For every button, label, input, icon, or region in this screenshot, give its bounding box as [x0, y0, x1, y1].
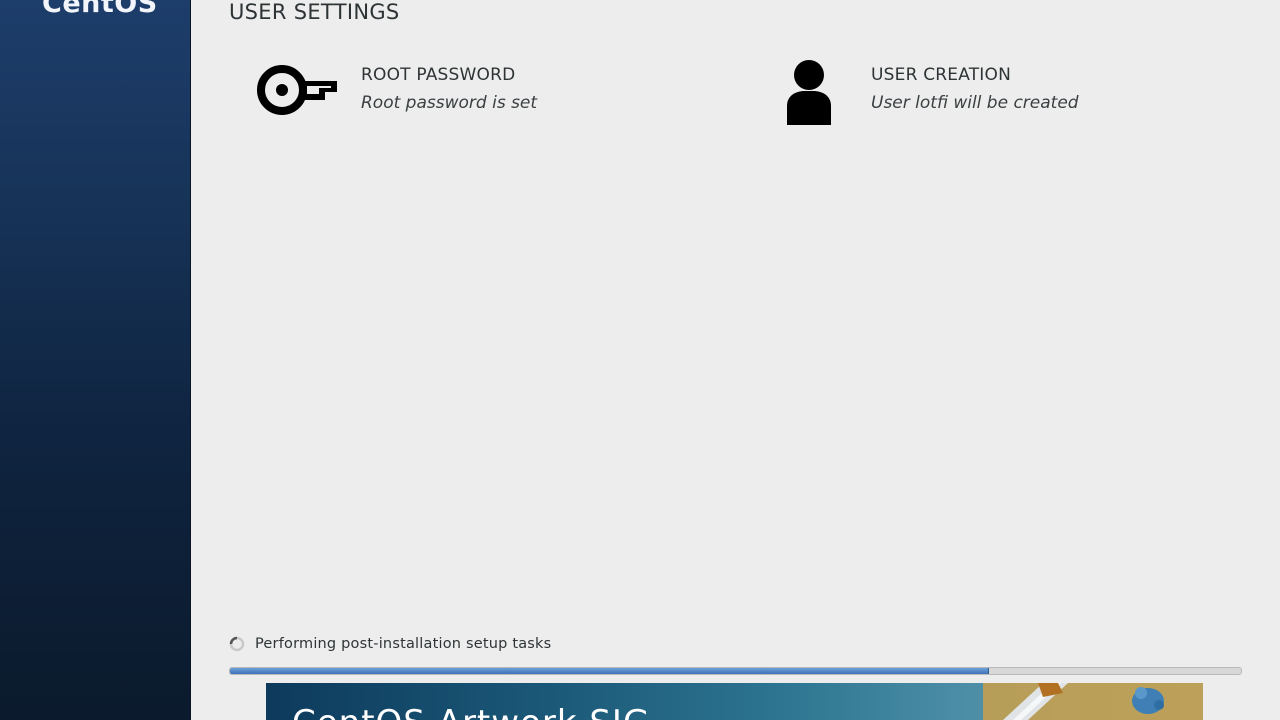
user-creation-title: USER CREATION: [871, 65, 1012, 85]
root-password-title: ROOT PASSWORD: [361, 65, 516, 85]
paintbrush-icon: [983, 683, 1203, 720]
key-icon: [257, 64, 339, 120]
progress-bar-fill: [230, 668, 990, 674]
centos-logo: CentOS: [42, 0, 158, 19]
progress-status: Performing post-installation setup tasks: [229, 636, 551, 652]
artwork-banner: CentOS Artwork SIG: [266, 683, 1203, 720]
user-creation-status: User lotfi will be created: [871, 93, 1079, 113]
section-title: USER SETTINGS: [229, 0, 400, 24]
user-creation-spoke[interactable]: USER CREATION User lotfi will be created: [781, 58, 1221, 130]
progress-bar: [229, 667, 1242, 675]
sidebar: CentOS: [0, 0, 191, 720]
user-icon: [783, 58, 835, 132]
root-password-spoke[interactable]: ROOT PASSWORD Root password is set: [257, 60, 697, 130]
main-content: USER SETTINGS ROOT PASSWORD Root passwor…: [191, 0, 1280, 720]
spinner-icon: [229, 636, 245, 652]
progress-text: Performing post-installation setup tasks: [255, 636, 552, 652]
banner-title: CentOS Artwork SIG: [292, 703, 650, 720]
root-password-status: Root password is set: [361, 93, 538, 113]
